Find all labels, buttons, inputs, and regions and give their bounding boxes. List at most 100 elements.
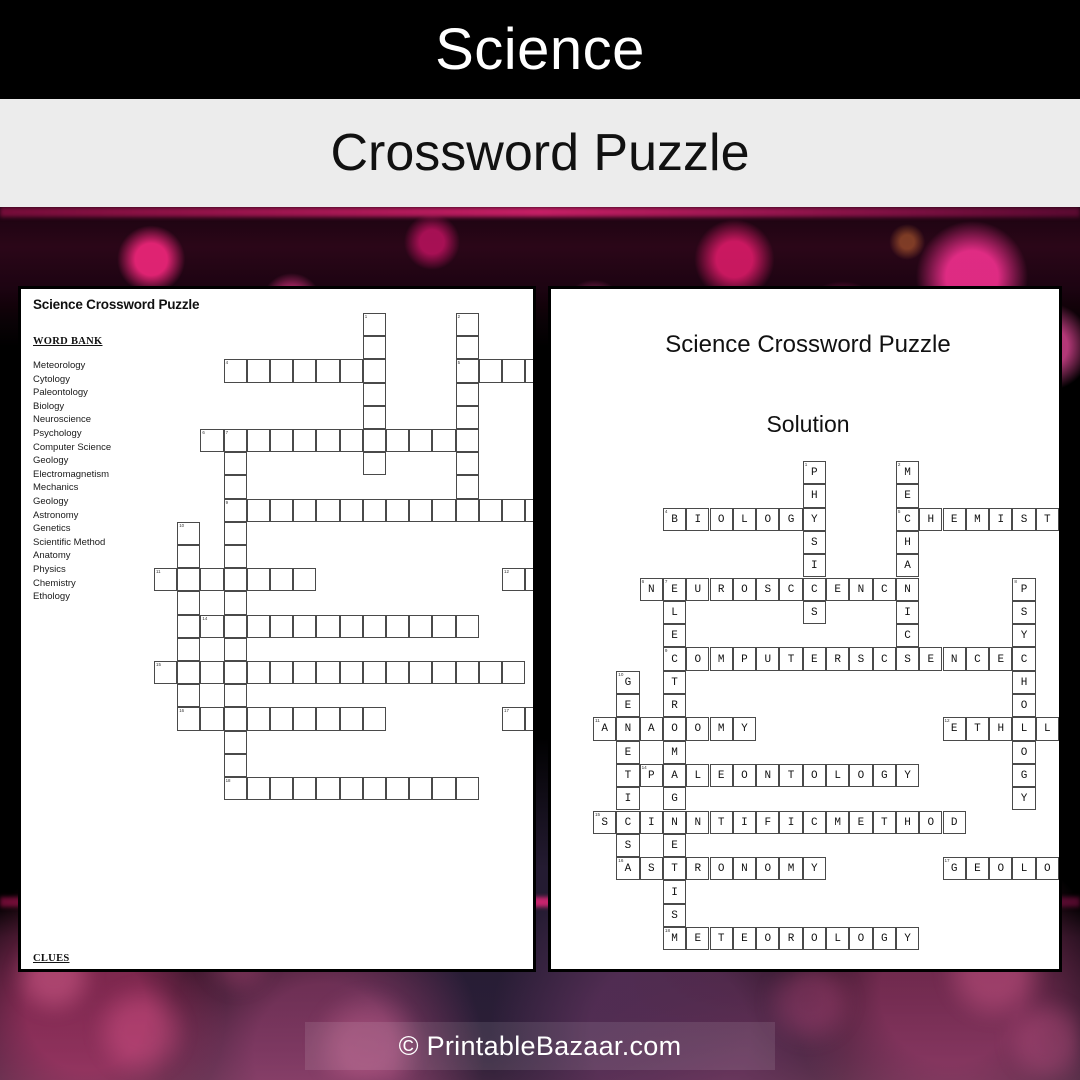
crossword-cell[interactable] [270, 498, 294, 522]
crossword-cell[interactable] [270, 568, 294, 592]
crossword-cell[interactable] [316, 359, 340, 383]
crossword-cell[interactable] [362, 777, 386, 801]
crossword-cell[interactable] [432, 614, 456, 638]
crossword-cell[interactable] [386, 661, 410, 685]
crossword-cell[interactable] [455, 661, 479, 685]
crossword-cell[interactable]: 7 [223, 429, 247, 453]
crossword-cell[interactable] [316, 777, 340, 801]
crossword-cell[interactable] [409, 614, 433, 638]
crossword-cell[interactable] [270, 614, 294, 638]
crossword-cell[interactable] [223, 730, 247, 754]
crossword-cell[interactable] [200, 661, 224, 685]
crossword-cell[interactable] [293, 614, 317, 638]
crossword-cell[interactable] [246, 429, 270, 453]
crossword-cell[interactable] [339, 429, 363, 453]
crossword-cell[interactable] [409, 661, 433, 685]
crossword-cell[interactable] [223, 475, 247, 499]
crossword-cell[interactable] [432, 498, 456, 522]
crossword-cell[interactable] [478, 359, 502, 383]
crossword-cell[interactable]: 12 [502, 568, 526, 592]
crossword-cell[interactable] [362, 614, 386, 638]
crossword-cell[interactable] [455, 614, 479, 638]
crossword-cell[interactable] [455, 475, 479, 499]
crossword-cell[interactable] [246, 498, 270, 522]
crossword-cell[interactable]: 17 [502, 707, 526, 731]
crossword-cell[interactable]: 2 [455, 313, 479, 337]
crossword-cell[interactable] [362, 382, 386, 406]
crossword-cell[interactable] [502, 359, 526, 383]
crossword-cell[interactable] [455, 336, 479, 360]
crossword-cell[interactable] [455, 777, 479, 801]
crossword-cell[interactable] [386, 614, 410, 638]
crossword-cell[interactable] [386, 429, 410, 453]
crossword-cell[interactable] [339, 614, 363, 638]
crossword-cell[interactable] [270, 661, 294, 685]
crossword-cell[interactable] [525, 359, 533, 383]
crossword-cell[interactable] [270, 777, 294, 801]
crossword-cell[interactable] [223, 591, 247, 615]
crossword-cell[interactable] [478, 661, 502, 685]
crossword-cell[interactable]: 11 [154, 568, 178, 592]
crossword-cell[interactable] [246, 568, 270, 592]
crossword-cell[interactable] [177, 614, 201, 638]
crossword-cell[interactable] [223, 452, 247, 476]
crossword-cell[interactable] [409, 777, 433, 801]
crossword-cell[interactable] [362, 707, 386, 731]
crossword-cell[interactable] [455, 498, 479, 522]
crossword-cell[interactable] [455, 382, 479, 406]
crossword-cell[interactable] [223, 707, 247, 731]
crossword-cell[interactable] [409, 429, 433, 453]
crossword-cell[interactable]: 14 [200, 614, 224, 638]
crossword-cell[interactable] [270, 707, 294, 731]
crossword-cell[interactable] [177, 568, 201, 592]
crossword-cell[interactable] [293, 429, 317, 453]
crossword-cell[interactable] [246, 777, 270, 801]
crossword-cell[interactable]: 15 [154, 661, 178, 685]
crossword-cell[interactable] [525, 568, 533, 592]
crossword-cell[interactable] [432, 661, 456, 685]
crossword-cell[interactable] [177, 684, 201, 708]
crossword-cell[interactable] [339, 498, 363, 522]
crossword-cell[interactable] [200, 568, 224, 592]
crossword-cell[interactable]: 1 [362, 313, 386, 337]
crossword-cell[interactable] [339, 359, 363, 383]
crossword-cell[interactable] [270, 429, 294, 453]
crossword-cell[interactable] [177, 591, 201, 615]
crossword-cell[interactable]: 16 [177, 707, 201, 731]
crossword-cell[interactable] [478, 498, 502, 522]
crossword-cell[interactable] [525, 707, 533, 731]
crossword-cell[interactable] [246, 661, 270, 685]
crossword-cell[interactable] [293, 707, 317, 731]
crossword-cell[interactable] [223, 545, 247, 569]
crossword-cell[interactable] [339, 707, 363, 731]
crossword-cell[interactable] [432, 777, 456, 801]
crossword-cell[interactable] [246, 614, 270, 638]
crossword-cell[interactable] [455, 405, 479, 429]
crossword-cell[interactable] [200, 707, 224, 731]
crossword-cell[interactable] [223, 614, 247, 638]
crossword-cell[interactable] [293, 661, 317, 685]
crossword-cell[interactable] [386, 777, 410, 801]
crossword-cell[interactable] [455, 452, 479, 476]
crossword-cell[interactable] [362, 336, 386, 360]
crossword-cell[interactable] [177, 661, 201, 685]
crossword-cell[interactable] [293, 777, 317, 801]
crossword-cell[interactable]: 4 [223, 359, 247, 383]
crossword-cell[interactable] [455, 429, 479, 453]
crossword-cell[interactable] [293, 568, 317, 592]
crossword-cell[interactable] [177, 545, 201, 569]
crossword-cell[interactable] [223, 661, 247, 685]
crossword-cell[interactable] [432, 429, 456, 453]
crossword-cell[interactable] [316, 429, 340, 453]
crossword-cell[interactable] [223, 684, 247, 708]
crossword-cell[interactable] [177, 637, 201, 661]
crossword-cell[interactable] [246, 359, 270, 383]
crossword-cell[interactable] [316, 498, 340, 522]
crossword-cell[interactable] [386, 498, 410, 522]
crossword-cell[interactable]: 18 [223, 777, 247, 801]
crossword-cell[interactable]: 10 [177, 521, 201, 545]
crossword-cell[interactable] [223, 637, 247, 661]
crossword-cell[interactable] [525, 498, 533, 522]
crossword-cell[interactable] [362, 452, 386, 476]
crossword-cell[interactable] [362, 498, 386, 522]
